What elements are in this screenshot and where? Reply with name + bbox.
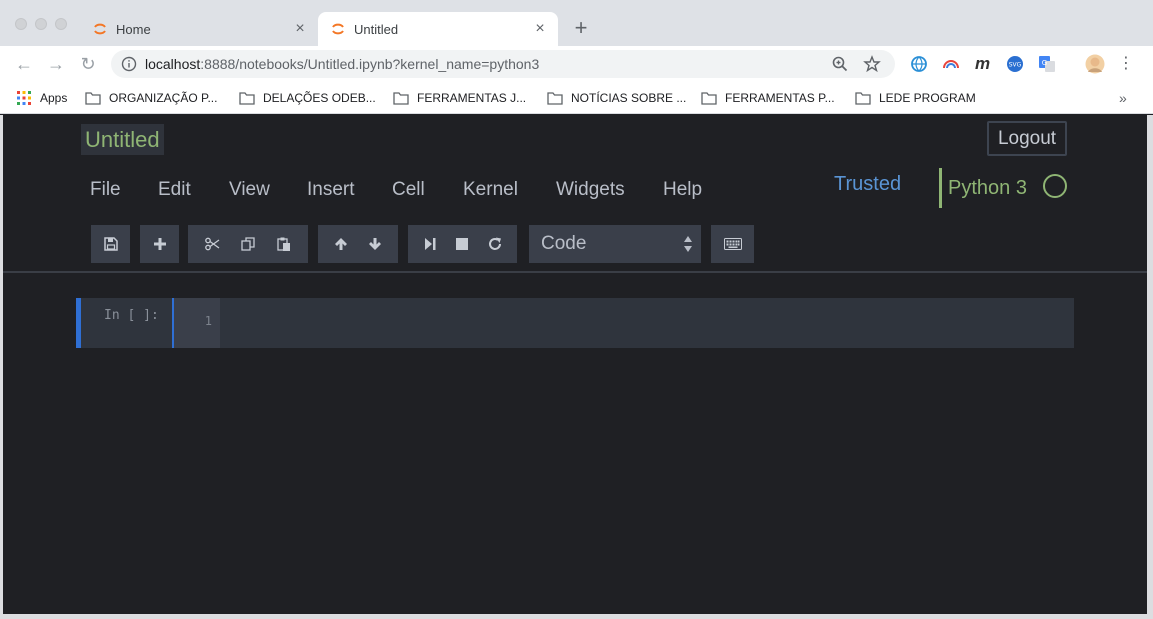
code-cell[interactable]: In [ ]: 1	[76, 298, 1074, 348]
menu-view[interactable]: View	[229, 179, 270, 201]
cell-type-select[interactable]: Code	[529, 225, 701, 263]
plus-icon	[153, 238, 166, 250]
extension-m-icon[interactable]: m	[975, 55, 993, 73]
folder-icon	[855, 91, 871, 105]
logout-button[interactable]: Logout	[987, 121, 1067, 156]
paste-icon[interactable]	[276, 236, 292, 252]
bookmark-label: Apps	[40, 91, 68, 105]
avatar[interactable]	[1085, 54, 1105, 74]
forward-icon[interactable]: →	[46, 54, 66, 74]
menu-edit[interactable]: Edit	[158, 179, 191, 201]
folder-icon	[239, 91, 255, 105]
menu-help[interactable]: Help	[663, 179, 702, 201]
svg-text:G: G	[1042, 59, 1047, 67]
cell-prompt: In [ ]:	[104, 308, 159, 323]
restart-icon[interactable]	[487, 236, 503, 252]
menu-insert[interactable]: Insert	[307, 179, 355, 201]
close-tab-icon[interactable]: ×	[532, 21, 548, 37]
bookmark-folder[interactable]: LEDE PROGRAM	[855, 89, 976, 107]
run-button-group	[408, 225, 517, 263]
extension-globe-icon[interactable]	[910, 55, 928, 73]
bookmark-star-icon[interactable]	[863, 55, 881, 73]
bookmark-label: NOTÍCIAS SOBRE ...	[571, 91, 687, 105]
tab-home-label: Home	[116, 21, 151, 37]
bookmark-label: FERRAMENTAS J...	[417, 91, 527, 105]
bookmark-folder[interactable]: NOTÍCIAS SOBRE ...	[547, 89, 686, 107]
save-button[interactable]	[91, 225, 130, 263]
extension-translate-icon[interactable]: G	[1038, 55, 1056, 73]
cell-type-value: Code	[541, 233, 587, 254]
menu-widgets[interactable]: Widgets	[556, 179, 625, 201]
extension-rainbow-icon[interactable]	[942, 55, 960, 73]
bookmark-folder[interactable]: ORGANIZAÇÃO P...	[85, 89, 217, 107]
minimize-window-button[interactable]	[35, 18, 47, 30]
folder-icon	[85, 91, 101, 105]
bookmark-folder[interactable]: FERRAMENTAS J...	[393, 89, 526, 107]
zoom-icon[interactable]	[831, 55, 849, 73]
extension-svg-icon[interactable]: SVG	[1006, 55, 1024, 73]
line-number-gutter: 1	[172, 298, 220, 348]
line-number: 1	[204, 314, 212, 328]
bookmark-folder[interactable]: DELAÇÕES ODEB...	[239, 89, 376, 107]
jupyter-notebook-page: Untitled Logout File Edit View Insert Ce…	[3, 115, 1147, 614]
kernel-idle-indicator-icon	[1043, 174, 1067, 198]
browser-window: Home × Untitled × + ← → ↻ localhost:8888…	[0, 0, 1153, 619]
notebook-name[interactable]: Untitled	[81, 124, 164, 155]
bookmark-label: ORGANIZAÇÃO P...	[109, 91, 218, 105]
arrow-up-icon[interactable]	[333, 236, 349, 252]
bookmarks-overflow-icon[interactable]: »	[1119, 89, 1127, 107]
move-button-group	[318, 225, 398, 263]
info-icon[interactable]	[121, 56, 137, 72]
command-palette-button[interactable]	[711, 225, 754, 263]
window-frame-right	[1147, 115, 1153, 619]
menu-cell[interactable]: Cell	[392, 179, 425, 201]
menu-file[interactable]: File	[90, 179, 121, 201]
back-icon[interactable]: ←	[14, 54, 34, 74]
copy-icon[interactable]	[240, 236, 256, 252]
bookmark-folder[interactable]: FERRAMENTAS P...	[701, 89, 835, 107]
svg-text:SVG: SVG	[1009, 62, 1022, 69]
url-text: localhost:8888/notebooks/Untitled.ipynb?…	[145, 56, 540, 72]
arrow-down-icon[interactable]	[367, 236, 383, 252]
kernel-name[interactable]: Python 3	[948, 177, 1027, 200]
bookmark-label: DELAÇÕES ODEB...	[263, 91, 376, 105]
folder-icon	[701, 91, 717, 105]
edit-button-group	[188, 225, 308, 263]
close-window-button[interactable]	[15, 18, 27, 30]
header-divider	[3, 271, 1147, 273]
cut-icon[interactable]	[204, 236, 220, 252]
kernel-divider	[939, 168, 942, 208]
folder-icon	[393, 91, 409, 105]
apps-grid-icon	[17, 91, 31, 105]
close-tab-icon[interactable]: ×	[292, 21, 308, 37]
run-icon[interactable]	[422, 236, 438, 252]
save-icon	[103, 237, 118, 251]
browser-toolbar: ← → ↻ localhost:8888/notebooks/Untitled.…	[0, 46, 1153, 82]
bookmark-label: LEDE PROGRAM	[879, 91, 976, 105]
tab-untitled-label: Untitled	[354, 21, 399, 37]
tab-untitled[interactable]: Untitled ×	[318, 12, 558, 46]
insert-cell-button[interactable]	[140, 225, 179, 263]
folder-icon	[547, 91, 563, 105]
trusted-indicator[interactable]: Trusted	[834, 173, 901, 196]
cell-selected-marker	[76, 298, 81, 348]
address-bar[interactable]: localhost:8888/notebooks/Untitled.ipynb?…	[111, 50, 895, 78]
bookmarks-bar: Apps ORGANIZAÇÃO P... DELAÇÕES ODEB... F…	[0, 82, 1153, 114]
menu-kernel[interactable]: Kernel	[463, 179, 518, 201]
new-tab-icon[interactable]: +	[570, 17, 592, 39]
jupyter-favicon-icon	[94, 23, 106, 35]
keyboard-icon	[723, 238, 742, 250]
select-arrows-icon	[684, 236, 692, 252]
stop-icon[interactable]	[454, 236, 470, 252]
tab-home[interactable]: Home ×	[80, 12, 318, 46]
bookmark-label: FERRAMENTAS P...	[725, 91, 835, 105]
maximize-window-button[interactable]	[55, 18, 67, 30]
tab-strip: Home × Untitled × +	[0, 0, 1153, 46]
jupyter-favicon-icon	[332, 23, 344, 35]
window-frame-bottom	[0, 614, 1153, 619]
browser-menu-icon[interactable]: ⋮	[1118, 55, 1134, 73]
bookmark-apps[interactable]: Apps	[16, 89, 67, 107]
reload-icon[interactable]: ↻	[78, 54, 98, 74]
